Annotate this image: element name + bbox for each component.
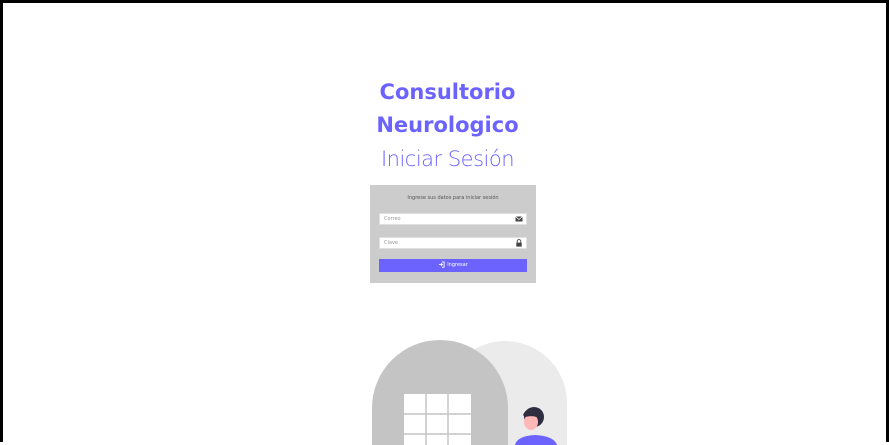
- page-title-line2: Neurologico: [376, 113, 519, 137]
- page-frame: Consultorio Neurologico Iniciar Sesión I…: [0, 0, 889, 445]
- arch-shadow: [443, 341, 567, 445]
- arch: [372, 340, 508, 445]
- email-field[interactable]: [382, 214, 512, 224]
- envelope-icon: [515, 216, 523, 222]
- page-subtitle: Iniciar Sesión: [380, 147, 515, 171]
- login-card: Ingrese sus datos para iniciar sesión In…: [370, 185, 536, 283]
- login-message: Ingrese sus datos para iniciar sesión: [407, 195, 499, 201]
- email-field-wrapper: [379, 213, 527, 225]
- person-hair: [524, 407, 544, 427]
- person-body: [515, 435, 557, 445]
- submit-button-label: Ingresar: [447, 262, 468, 268]
- page-title-line1: Consultorio: [379, 80, 516, 104]
- sign-in-icon: [439, 261, 445, 268]
- lock-icon: [516, 239, 522, 247]
- arch-illustration: [372, 340, 567, 445]
- password-field-wrapper: [379, 237, 527, 249]
- window: [404, 394, 471, 445]
- submit-button[interactable]: Ingresar: [379, 259, 527, 272]
- person-face: [524, 414, 538, 430]
- person-illustration: [515, 407, 557, 445]
- password-field[interactable]: [382, 238, 512, 248]
